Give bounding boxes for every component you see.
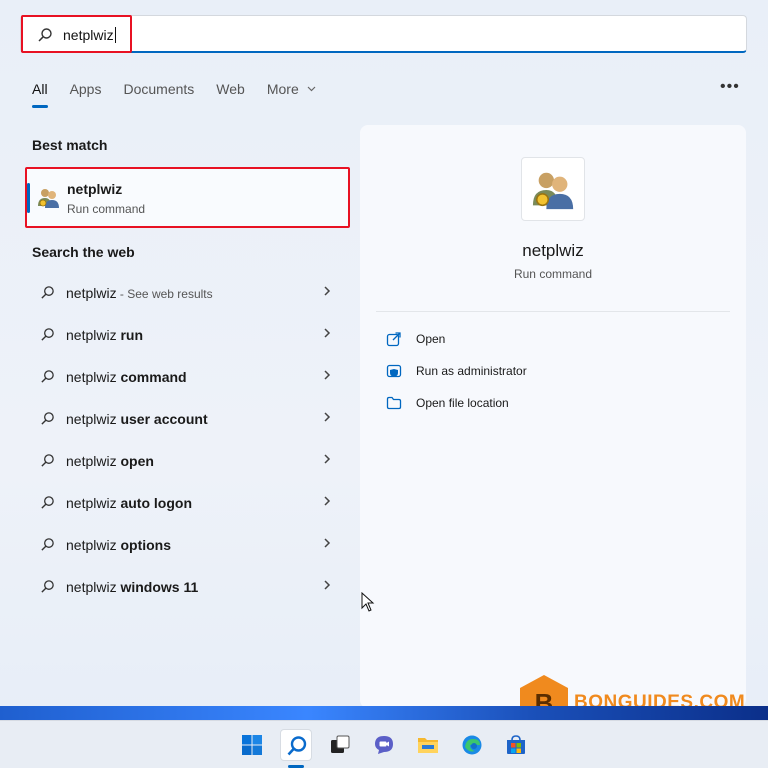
best-match-subtitle: Run command	[67, 202, 146, 216]
web-result-suggestion: auto logon	[120, 495, 193, 511]
open-label: Open	[416, 332, 446, 346]
web-result-query: netplwiz	[66, 369, 121, 385]
search-button[interactable]	[280, 729, 312, 761]
mouse-cursor-icon	[361, 592, 375, 612]
divider	[376, 311, 730, 312]
chevron-right-icon	[324, 286, 331, 296]
desktop-wallpaper-edge	[0, 706, 768, 720]
chevron-right-icon	[324, 328, 331, 338]
web-result-extra: - See web results	[116, 287, 213, 301]
search-icon	[41, 538, 54, 551]
preview-app-subtitle: Run command	[513, 267, 593, 281]
chevron-right-icon	[324, 370, 331, 380]
preview-panel: netplwiz Run command Open Run as adminis…	[360, 125, 746, 708]
filter-tabs: All Apps Documents Web More	[32, 80, 338, 108]
search-icon	[41, 454, 54, 467]
search-box[interactable]: netplwiz	[20, 15, 747, 53]
tab-apps[interactable]: Apps	[70, 80, 102, 108]
users-icon	[532, 172, 574, 210]
web-result-suggestion: user account	[120, 411, 208, 427]
web-result-text: netplwiz command	[66, 369, 187, 385]
web-result-text: netplwiz user account	[66, 411, 208, 427]
store-button[interactable]	[500, 729, 532, 761]
search-icon	[41, 496, 54, 509]
open-icon	[386, 332, 401, 347]
web-result-item[interactable]: netplwiz user account	[32, 403, 342, 435]
best-match-result[interactable]: netplwiz Run command	[25, 167, 350, 228]
web-result-query: netplwiz	[66, 579, 121, 595]
search-icon	[38, 28, 52, 42]
edge-button[interactable]	[456, 729, 488, 761]
web-result-item[interactable]: netplwiz command	[32, 361, 342, 393]
store-icon	[507, 735, 525, 754]
users-icon	[38, 189, 59, 208]
taskbar	[0, 720, 768, 768]
web-result-query: netplwiz	[66, 327, 121, 343]
search-icon	[287, 736, 307, 756]
folder-icon	[386, 396, 402, 410]
web-result-item[interactable]: netplwiz - See web results	[32, 277, 342, 309]
web-result-text: netplwiz run	[66, 327, 143, 343]
web-result-query: netplwiz	[66, 495, 121, 511]
search-icon	[41, 580, 54, 593]
web-result-text: netplwiz windows 11	[66, 579, 198, 595]
app-preview-icon	[521, 157, 585, 221]
search-input[interactable]: netplwiz	[63, 27, 116, 43]
task-view-icon	[331, 735, 350, 753]
chevron-right-icon	[324, 454, 331, 464]
run-as-admin-label: Run as administrator	[416, 364, 527, 378]
web-result-item[interactable]: netplwiz run	[32, 319, 342, 351]
file-explorer-button[interactable]	[412, 729, 444, 761]
web-result-query: netplwiz	[66, 453, 121, 469]
tab-more-label: More	[266, 81, 299, 97]
web-result-text: netplwiz - See web results	[66, 285, 213, 301]
tab-all[interactable]: All	[32, 80, 48, 108]
web-result-suggestion: open	[120, 453, 154, 469]
tab-more[interactable]: More	[267, 80, 316, 108]
chat-icon	[375, 736, 393, 754]
search-icon	[41, 370, 54, 383]
web-result-item[interactable]: netplwiz open	[32, 445, 342, 477]
open-file-location-label: Open file location	[416, 396, 509, 410]
web-result-item[interactable]: netplwiz options	[32, 529, 342, 561]
search-icon	[41, 412, 54, 425]
web-result-query: netplwiz	[66, 537, 121, 553]
chevron-right-icon	[324, 412, 331, 422]
file-explorer-icon	[418, 738, 438, 753]
chevron-right-icon	[324, 496, 331, 506]
web-result-query: netplwiz	[66, 411, 121, 427]
tab-documents[interactable]: Documents	[123, 80, 194, 108]
tab-web[interactable]: Web	[216, 80, 245, 108]
chevron-right-icon	[324, 538, 331, 548]
selection-accent	[27, 183, 30, 213]
web-result-text: netplwiz options	[66, 537, 171, 553]
shield-icon	[386, 364, 402, 378]
search-icon	[41, 286, 54, 299]
web-result-item[interactable]: netplwiz auto logon	[32, 487, 342, 519]
chevron-down-icon	[307, 86, 316, 92]
best-match-name: netplwiz	[67, 181, 123, 197]
web-result-suggestion: command	[120, 369, 187, 385]
web-result-text: netplwiz auto logon	[66, 495, 192, 511]
search-web-heading: Search the web	[32, 244, 135, 260]
more-options-icon[interactable]: •••	[720, 78, 740, 96]
web-result-item[interactable]: netplwiz windows 11	[32, 571, 342, 603]
web-result-suggestion: run	[120, 327, 144, 343]
web-result-suggestion: windows 11	[120, 579, 199, 595]
search-icon	[41, 328, 54, 341]
start-button[interactable]	[236, 729, 268, 761]
chat-button[interactable]	[368, 729, 400, 761]
windows-start-icon	[242, 735, 262, 755]
preview-app-name: netplwiz	[522, 241, 584, 260]
chevron-right-icon	[324, 580, 331, 590]
web-result-query: netplwiz	[66, 285, 117, 301]
best-match-heading: Best match	[32, 137, 108, 153]
edge-icon	[462, 735, 482, 755]
web-result-suggestion: options	[120, 537, 172, 553]
web-result-text: netplwiz open	[66, 453, 154, 469]
task-view-button[interactable]	[324, 729, 356, 761]
